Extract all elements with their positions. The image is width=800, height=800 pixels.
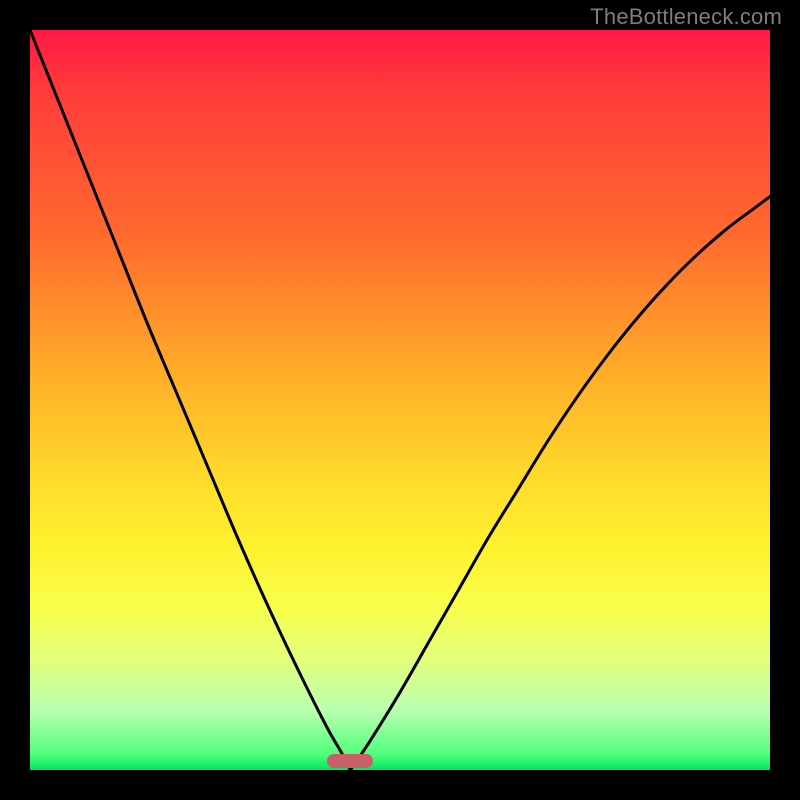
plot-area	[30, 30, 770, 770]
outer-frame: TheBottleneck.com	[0, 0, 800, 800]
minimum-marker-pill	[327, 754, 373, 768]
curve-left-branch	[30, 30, 350, 770]
bottleneck-curve	[30, 30, 770, 770]
curve-right-branch	[350, 197, 770, 771]
watermark-text: TheBottleneck.com	[590, 4, 782, 30]
